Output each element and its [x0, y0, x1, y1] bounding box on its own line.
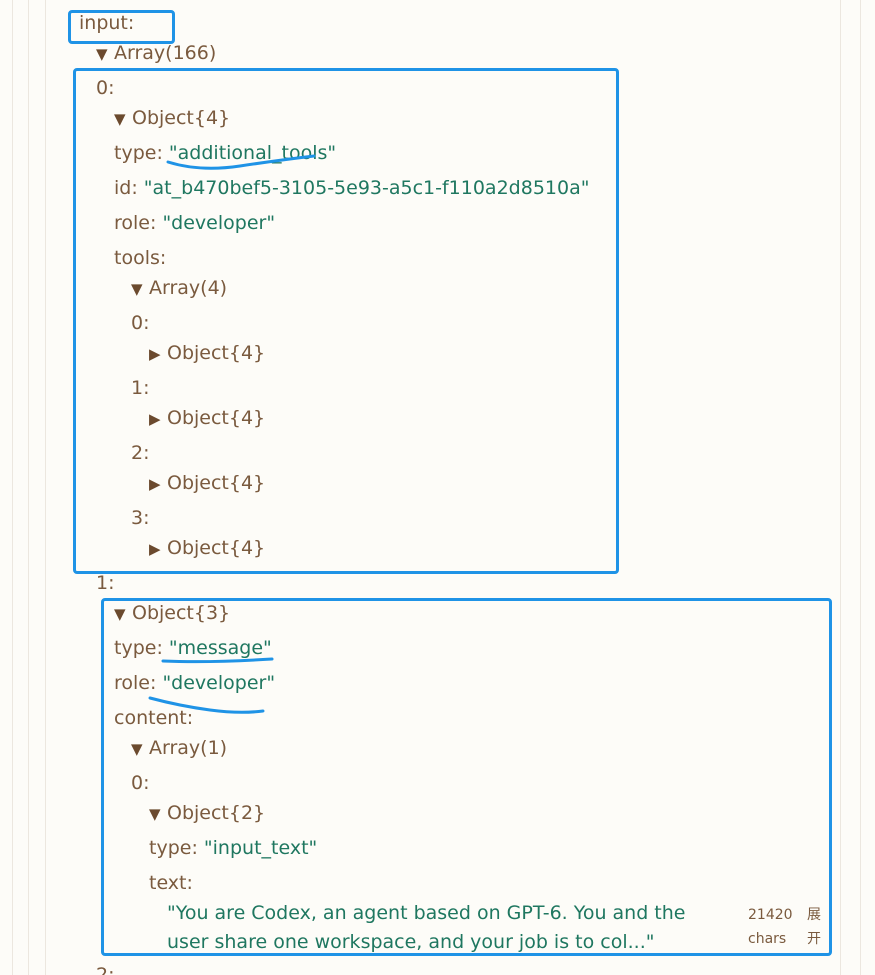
caret-down-icon[interactable]: ▼	[114, 104, 132, 134]
tree-node-object[interactable]: ▼ Object{4}	[114, 103, 230, 133]
type-label: Array(1)	[149, 737, 228, 759]
field-tools: tools:	[114, 243, 166, 273]
key-label: id:	[114, 177, 138, 199]
indent-guide	[840, 0, 841, 975]
index-label: 1:	[96, 572, 115, 594]
char-count: 21420	[748, 907, 793, 923]
type-label: Object{4}	[167, 472, 266, 494]
array-index[interactable]: 0:	[131, 768, 150, 798]
index-label: 1:	[131, 377, 150, 399]
index-label: 0:	[131, 312, 150, 334]
string-value: "developer"	[162, 212, 276, 234]
string-value: "at_b470bef5-3105-5e93-a5c1-f110a2d8510a…	[143, 177, 590, 199]
index-label: 0:	[96, 77, 115, 99]
key-label: role:	[114, 212, 157, 234]
array-index-1[interactable]: 1:	[96, 568, 115, 598]
index-label: 2:	[131, 442, 150, 464]
tree-node-object[interactable]: ▼ Object{2}	[149, 798, 265, 828]
type-label: Object{3}	[132, 602, 231, 624]
key-label: type:	[114, 142, 163, 164]
key-label: tools:	[114, 247, 167, 269]
field-id: id: "at_b470bef5-3105-5e93-a5c1-f110a2d8…	[114, 173, 589, 203]
index-label: 3:	[131, 507, 150, 529]
indent-guide	[45, 0, 46, 975]
caret-down-icon[interactable]: ▼	[96, 39, 114, 69]
text-value-preview: "You are Codex, an agent based on GPT-6.…	[167, 902, 686, 953]
key-label: input:	[79, 12, 135, 34]
caret-down-icon[interactable]: ▼	[131, 734, 149, 764]
caret-right-icon[interactable]: ▶	[149, 534, 167, 564]
indent-guide	[28, 0, 29, 975]
type-label: Object{4}	[167, 342, 266, 364]
field-type: type: "input_text"	[149, 833, 317, 863]
index-label: 2:	[96, 964, 115, 975]
caret-right-icon[interactable]: ▶	[149, 469, 167, 499]
key-label: content:	[114, 707, 194, 729]
type-label: Object{2}	[167, 802, 266, 824]
field-text: text:	[149, 868, 193, 898]
array-index[interactable]: 2:	[131, 438, 150, 468]
string-value: "developer"	[162, 672, 276, 694]
string-value: "additional_tools"	[168, 142, 337, 164]
caret-right-icon[interactable]: ▶	[149, 404, 167, 434]
tree-node-collapsed[interactable]: ▶ Object{4}	[149, 533, 265, 563]
array-index[interactable]: 1:	[131, 373, 150, 403]
caret-right-icon[interactable]: ▶	[149, 339, 167, 369]
type-label: Object{4}	[167, 537, 266, 559]
index-label: 0:	[131, 772, 150, 794]
caret-down-icon[interactable]: ▼	[149, 799, 167, 829]
key-label: text:	[149, 872, 193, 894]
tree-node-tools-array[interactable]: ▼ Array(4)	[131, 273, 227, 303]
tree-node-input-array[interactable]: ▼ Array(166)	[96, 38, 216, 68]
field-role: role: "developer"	[114, 668, 275, 698]
key-label: type:	[149, 837, 198, 859]
tree-node-collapsed[interactable]: ▶ Object{4}	[149, 403, 265, 433]
key-label: role:	[114, 672, 157, 694]
tree-node-content-array[interactable]: ▼ Array(1)	[131, 733, 227, 763]
tree-node-collapsed[interactable]: ▶ Object{4}	[149, 338, 265, 368]
tree-node-input[interactable]: input:	[79, 8, 134, 38]
array-index[interactable]: 3:	[131, 503, 150, 533]
array-index-0[interactable]: 0:	[96, 73, 115, 103]
expand-button-bottom[interactable]: 开	[807, 927, 821, 951]
expand-button-top[interactable]: 展	[807, 903, 821, 927]
type-label: Array(4)	[149, 277, 228, 299]
caret-down-icon[interactable]: ▼	[131, 274, 149, 304]
field-role: role: "developer"	[114, 208, 275, 238]
indent-guide	[860, 0, 861, 975]
tree-node-object[interactable]: ▼ Object{3}	[114, 598, 230, 628]
key-label: type:	[114, 637, 163, 659]
array-index-2[interactable]: 2:	[96, 960, 115, 975]
indent-guide	[12, 0, 13, 975]
type-label: Object{4}	[132, 107, 231, 129]
tree-node-collapsed[interactable]: ▶ Object{4}	[149, 468, 265, 498]
caret-down-icon[interactable]: ▼	[114, 599, 132, 629]
char-unit: chars	[748, 931, 787, 947]
type-label: Object{4}	[167, 407, 266, 429]
field-content: content:	[114, 703, 193, 733]
field-type: type: "additional_tools"	[114, 138, 336, 168]
string-value: "input_text"	[203, 837, 318, 859]
field-type: type: "message"	[114, 633, 272, 663]
array-index[interactable]: 0:	[131, 308, 150, 338]
type-label: Array(166)	[114, 42, 217, 64]
string-value: "message"	[168, 637, 272, 659]
